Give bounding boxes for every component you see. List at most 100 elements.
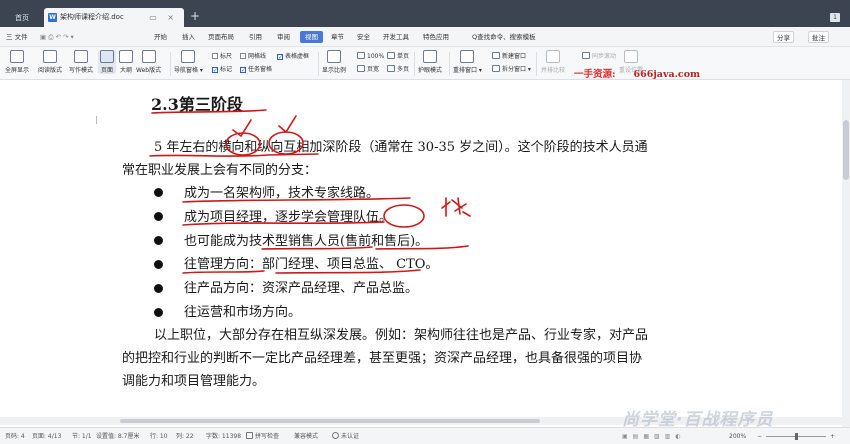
task-pane-checkbox[interactable]: ✓ 任务窗格 — [240, 65, 272, 75]
bullet-item: 往产品方向：资深产品经理、产品总监。 — [184, 281, 419, 296]
status-setting-value[interactable]: 设置值: 8.7厘米 — [96, 428, 139, 444]
web-icon — [141, 50, 156, 63]
paragraph-2-line-3: 调能力和项目管理能力。 — [122, 374, 266, 389]
nav-pane-button[interactable]: 导航窗格 ▾ — [174, 50, 203, 74]
nav-pane-icon — [181, 50, 196, 63]
word-doc-icon: W — [48, 13, 57, 22]
resource-watermark: 一手资源: 666java.com — [574, 69, 701, 80]
marks-checkbox[interactable]: ✓ 标记 — [212, 65, 232, 75]
document-canvas[interactable]: 2.3第三阶段 5 年左右的横向和纵向互相加深阶段（通常在 30-35 岁之间）… — [0, 80, 850, 427]
unverified-status[interactable]: 未认证 — [332, 428, 359, 444]
multi-page-button[interactable]: 多页 — [387, 65, 409, 75]
menu-review[interactable]: 审阅 — [277, 27, 290, 47]
sync-scroll-button[interactable]: 同步滚动 — [582, 52, 616, 62]
page-icon — [100, 50, 114, 63]
web-layout-button[interactable]: Web版式 — [136, 50, 161, 74]
menu-bar: 三 文件 ▣ ⎙ ↶ ↷ ▾ 开始 插入 页面布局 引用 审阅 视图 章节 安全… — [0, 27, 850, 47]
zoom-100-button[interactable]: 100% — [357, 52, 384, 62]
table-grid-checkbox[interactable]: ✓ 表格虚框 — [277, 52, 309, 62]
text-cursor-marker — [96, 116, 97, 124]
tab-document-title: 架构师课程介绍.doc — [60, 13, 124, 21]
menu-developer[interactable]: 开发工具 — [383, 27, 409, 47]
bullet-item: 成为一名架构师，技术专家线路。 — [184, 186, 380, 201]
vertical-scroll-thumb[interactable] — [843, 120, 849, 180]
menu-page-layout[interactable]: 页面布局 — [208, 27, 234, 47]
split-window-button[interactable]: 拆分窗口 ▾ — [492, 65, 531, 75]
horizontal-scroll-thumb[interactable] — [120, 419, 540, 423]
compat-mode-status: 兼容模式 — [294, 433, 319, 440]
bullet-icon — [154, 260, 163, 269]
bullet-item: 成为项目经理，逐步学会管理队伍。 — [184, 210, 393, 225]
new-tab-button[interactable]: + — [188, 9, 202, 23]
paragraph-1-line-1: 5 年左右的横向和纵向互相加深阶段（通常在 30-35 岁之间）。这个阶段的技术… — [154, 140, 648, 155]
zoom-ratio-button[interactable]: 显示比例 — [322, 50, 346, 74]
menu-chapter[interactable]: 章节 — [331, 27, 344, 47]
eye-icon — [423, 50, 437, 63]
view-mode-icons[interactable]: ▣▤▦▧▥◐ — [622, 428, 686, 444]
zoom-out-button[interactable]: − — [757, 428, 762, 444]
rearrange-windows-button[interactable]: 重排窗口 ▾ — [453, 50, 482, 74]
book-icon — [43, 50, 57, 63]
page-view-button[interactable]: 页面 — [98, 50, 116, 74]
command-search[interactable]: Q查找命令、搜索模板 — [472, 27, 536, 47]
bullet-item: 往运营和市场方向。 — [184, 305, 302, 320]
status-section[interactable]: 节: 1/1 — [72, 428, 92, 444]
menu-view[interactable]: 视图 — [300, 31, 323, 43]
single-page-button[interactable]: 单页 — [387, 52, 409, 62]
pen-icon — [74, 50, 88, 63]
bullet-icon — [154, 212, 163, 221]
status-page-count[interactable]: 页面: 4/13 — [32, 428, 61, 444]
status-row[interactable]: 行: 10 — [150, 428, 168, 444]
fullscreen-icon — [10, 50, 24, 63]
bullet-icon — [154, 188, 163, 197]
reset-icon — [624, 50, 638, 63]
menu-references[interactable]: 引用 — [249, 27, 262, 47]
compare-icon — [546, 50, 560, 63]
tab-close-icon[interactable]: ▭ × — [149, 8, 178, 27]
status-page-number[interactable]: 页码: 4 — [5, 428, 25, 444]
comment-button[interactable]: 批注 — [808, 31, 829, 43]
windows-icon — [460, 50, 475, 63]
bullet-item: 也可能成为技术型销售人员(售前和售后)。 — [184, 234, 429, 249]
outline-view-button[interactable]: 大纲 — [119, 50, 133, 74]
status-bar: 页码: 4 页面: 4/13 节: 1/1 设置值: 8.7厘米 行: 10 列… — [0, 427, 850, 444]
paragraph-2-line-2: 的把控和行业的判断不一定比产品经理差，甚至更强；资深产品经理，也具备很强的项目协 — [122, 351, 643, 366]
window-count-badge[interactable]: 1 — [830, 13, 840, 22]
gridlines-checkbox[interactable]: 网格线 — [240, 52, 266, 62]
status-column[interactable]: 列: 22 — [176, 428, 194, 444]
file-menu[interactable]: 三 文件 — [6, 27, 28, 47]
new-window-button[interactable]: 新建窗口 — [492, 52, 526, 62]
share-button[interactable]: 分享 — [773, 31, 794, 43]
view-ribbon: 全屏显示 阅读版式 写作模式 页面 大纲 Web版式 导航窗格 ▾ 标尺 网格线… — [0, 47, 850, 80]
title-tab-bar: 首页 W 架构师课程介绍.doc ▭ × + 1 — [0, 0, 850, 27]
menu-features[interactable]: 特色应用 — [423, 27, 449, 47]
bullet-item: 往管理方向：部门经理、项目总监、 CTO。 — [184, 257, 439, 272]
paragraph-1-line-2: 常在职业发展上会有不同的分支： — [122, 163, 318, 178]
quick-access-icons[interactable]: ▣ ⎙ ↶ ↷ ▾ — [40, 27, 74, 47]
page-width-button[interactable]: 页宽 — [357, 65, 379, 75]
status-word-count[interactable]: 字数: 11398 — [206, 428, 241, 444]
writing-mode-button[interactable]: 写作模式 — [69, 50, 93, 74]
menu-security[interactable]: 安全 — [357, 27, 370, 47]
menu-insert[interactable]: 插入 — [182, 27, 195, 47]
menu-start[interactable]: 开始 — [154, 27, 167, 47]
zoom-in-button[interactable]: + — [830, 428, 835, 444]
outline-icon — [119, 50, 133, 63]
section-heading: 2.3第三阶段 — [151, 95, 243, 114]
spellcheck-icon — [246, 432, 253, 439]
bullet-icon — [154, 284, 163, 293]
reading-layout-button[interactable]: 阅读版式 — [38, 50, 62, 74]
zoom-slider-handle[interactable] — [795, 433, 798, 440]
bullet-icon — [154, 308, 163, 317]
side-by-side-button[interactable]: 并排比较 — [541, 50, 565, 74]
eye-protection-button[interactable]: 护眼模式 — [418, 50, 442, 74]
tab-document[interactable]: W 架构师课程介绍.doc ▭ × — [44, 8, 184, 27]
tab-home[interactable]: 首页 — [4, 10, 40, 27]
shield-icon — [332, 432, 339, 439]
zoom-level[interactable]: 200% — [729, 428, 746, 444]
bullet-icon — [154, 236, 163, 245]
fullscreen-button[interactable]: 全屏显示 — [5, 50, 29, 74]
ruler-checkbox[interactable]: 标尺 — [212, 52, 232, 62]
zoom-icon — [327, 50, 341, 63]
spell-check-status[interactable]: 拼写检查 — [246, 428, 279, 444]
